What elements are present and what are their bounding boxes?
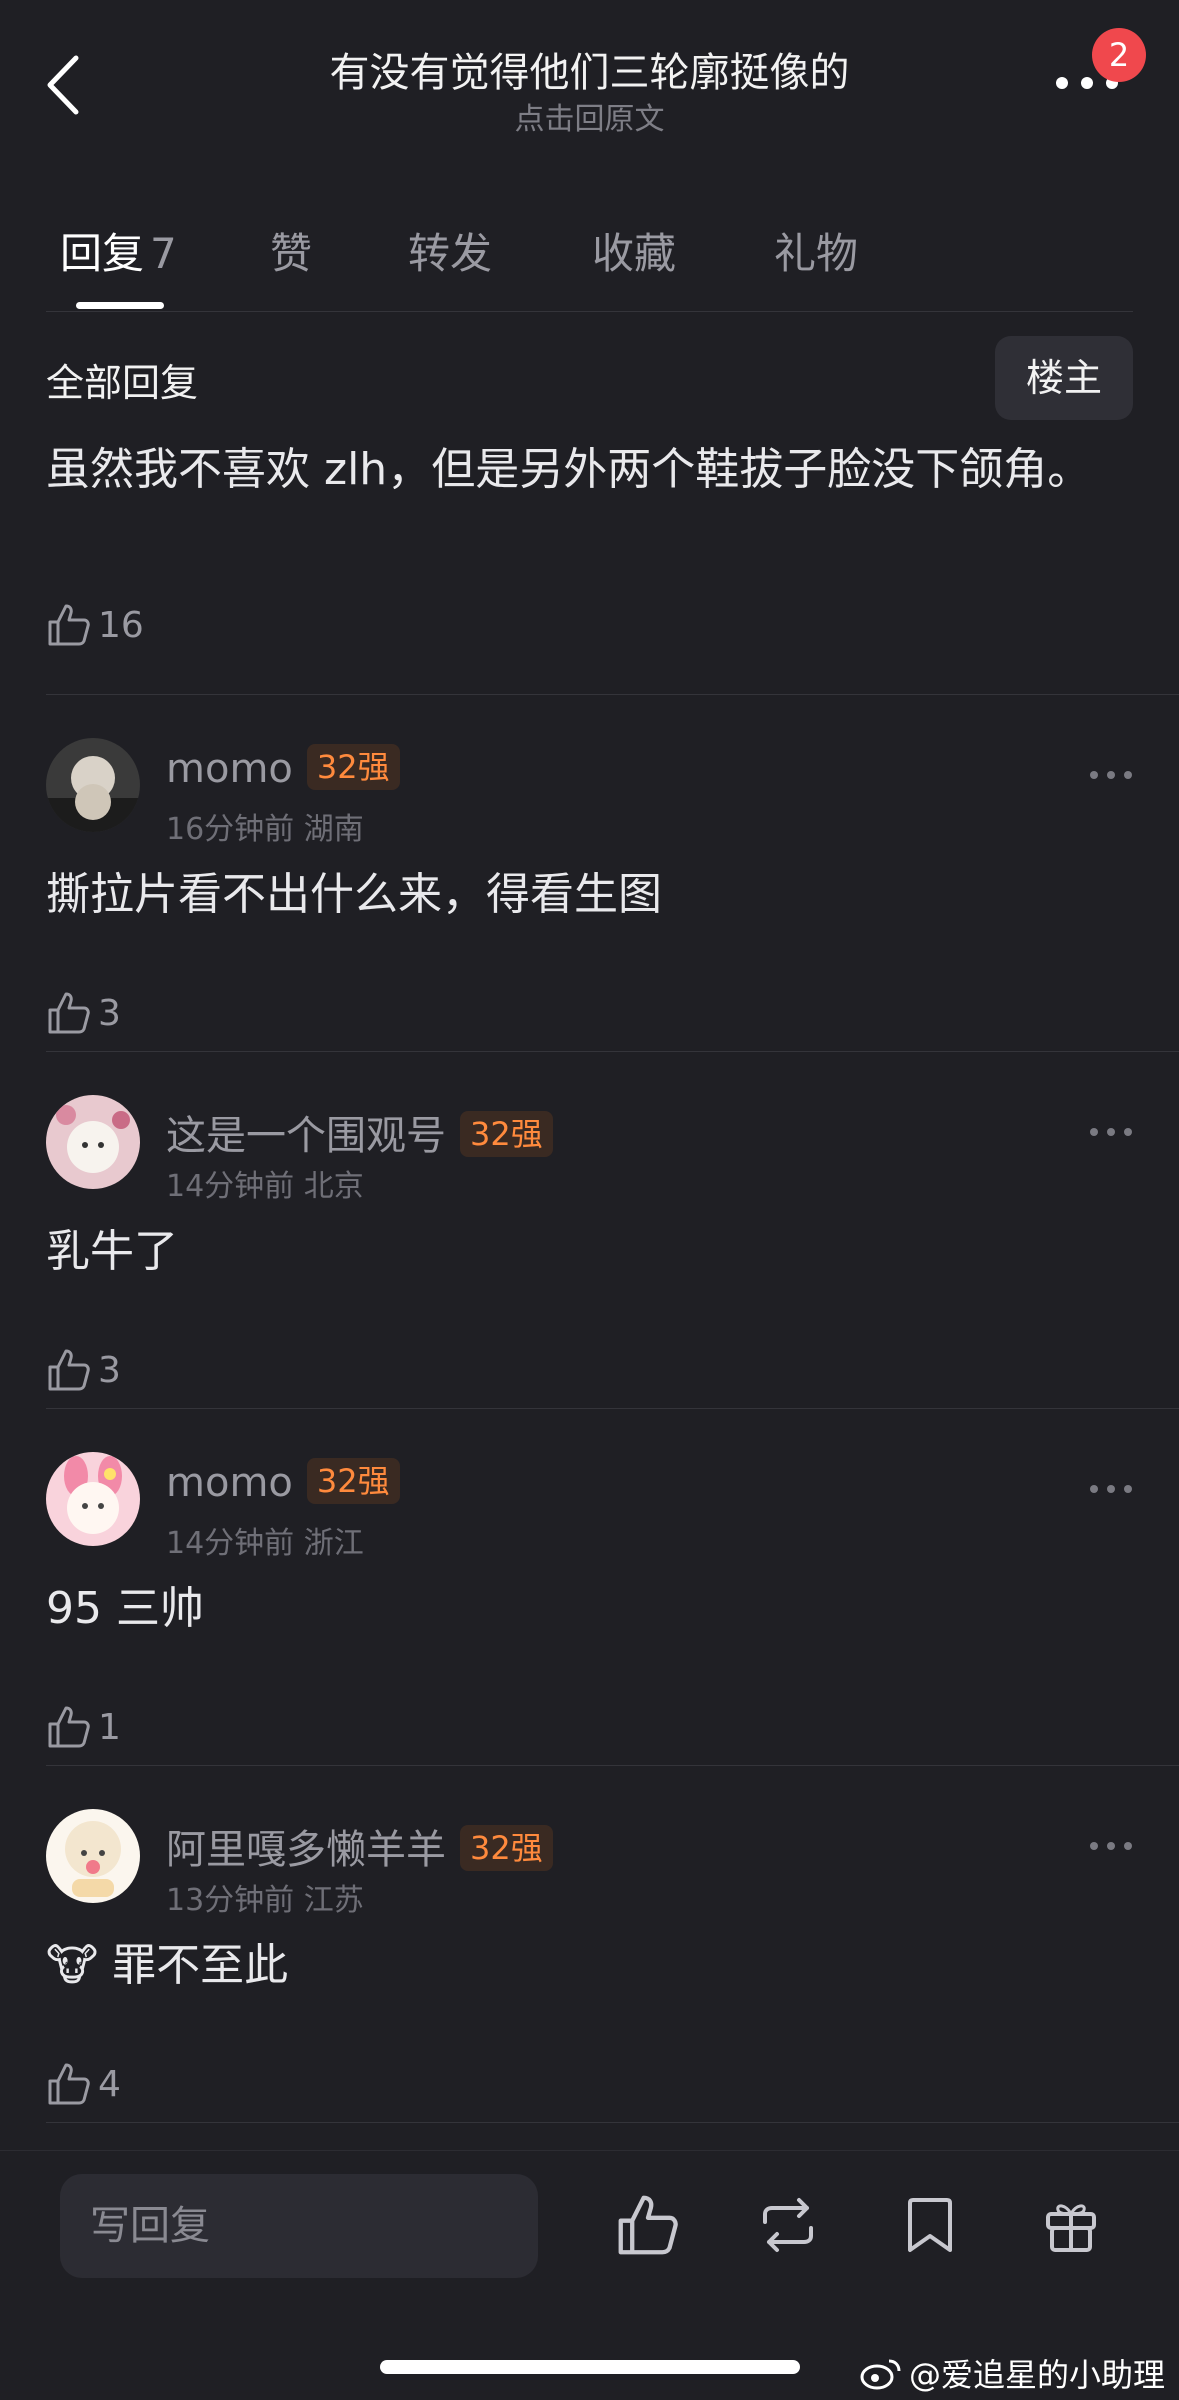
comment-author[interactable]: 这是一个围观号 32强 bbox=[166, 1103, 553, 1161]
more-options-icon[interactable] bbox=[1088, 768, 1134, 782]
like-count: 4 bbox=[98, 2063, 121, 2105]
thumbs-up-icon bbox=[48, 604, 90, 646]
author-name: momo bbox=[166, 1460, 293, 1506]
comment-text: 乳牛了 bbox=[46, 1226, 178, 1277]
back-to-original-link[interactable]: 点击回原文 bbox=[0, 94, 1179, 138]
divider bbox=[46, 694, 1179, 695]
weibo-logo-icon bbox=[860, 2359, 901, 2390]
op-only-button[interactable]: 楼主 bbox=[995, 336, 1133, 420]
comment-text: 撕拉片看不出什么来，得看生图 bbox=[46, 869, 662, 920]
divider bbox=[46, 1051, 1179, 1052]
more-options-icon[interactable] bbox=[1088, 1125, 1134, 1139]
like-button[interactable]: 3 bbox=[46, 988, 121, 1038]
like-button[interactable]: 3 bbox=[46, 1345, 121, 1395]
level-badge: 32强 bbox=[460, 1111, 553, 1157]
more-options-icon[interactable] bbox=[1088, 1839, 1134, 1853]
comment-meta: 16分钟前 湖南 bbox=[166, 804, 364, 848]
tab-favorites[interactable]: 收藏 bbox=[592, 220, 676, 281]
level-badge: 32强 bbox=[460, 1825, 553, 1871]
comment-author[interactable]: momo 32强 bbox=[166, 1458, 400, 1508]
comment-time: 14分钟前 bbox=[166, 1526, 295, 1561]
comment-location: 江苏 bbox=[303, 1883, 364, 1918]
comment-text: 🐮 罪不至此 bbox=[46, 1940, 289, 1991]
repost-icon[interactable] bbox=[755, 2192, 821, 2258]
comment-location: 浙江 bbox=[303, 1526, 364, 1561]
avatar[interactable] bbox=[46, 1809, 140, 1903]
more-options-icon[interactable] bbox=[1088, 1482, 1134, 1496]
divider bbox=[0, 2150, 1179, 2151]
watermark: @爱追星的小助理 bbox=[859, 2350, 1165, 2396]
like-button[interactable]: 4 bbox=[46, 2059, 121, 2109]
comment-time: 14分钟前 bbox=[166, 1169, 295, 1204]
divider bbox=[46, 311, 1133, 312]
comment-item: 阿里嘎多懒羊羊 32强 13分钟前 江苏 🐮 罪不至此 4 bbox=[0, 1769, 1179, 2125]
author-name: momo bbox=[166, 746, 293, 792]
thumbs-up-icon bbox=[48, 1706, 90, 1748]
comment-time: 13分钟前 bbox=[166, 1883, 295, 1918]
comment-time: 16分钟前 bbox=[166, 812, 295, 847]
like-button[interactable]: 16 bbox=[46, 600, 144, 650]
comment-item: momo 32强 14分钟前 浙江 95 三帅 1 bbox=[0, 1412, 1179, 1768]
tab-likes[interactable]: 赞 bbox=[270, 220, 312, 281]
tab-bar: 回复 7 赞 转发 收藏 礼物 bbox=[0, 200, 1179, 310]
thumbs-up-icon bbox=[48, 2063, 90, 2105]
like-count: 16 bbox=[98, 604, 144, 646]
active-tab-indicator bbox=[76, 302, 164, 309]
tab-replies-count: 7 bbox=[150, 229, 177, 278]
notification-badge: 2 bbox=[1092, 28, 1146, 82]
reply-input[interactable]: 写回复 bbox=[60, 2174, 538, 2278]
watermark-text: @爱追星的小助理 bbox=[908, 2356, 1165, 2394]
avatar[interactable] bbox=[46, 1095, 140, 1189]
original-comment-text: 虽然我不喜欢 zlh，但是另外两个鞋拔子脸没下颌角。 bbox=[46, 444, 1092, 495]
comment-meta: 13分钟前 江苏 bbox=[166, 1875, 364, 1919]
gift-icon[interactable] bbox=[1038, 2192, 1104, 2258]
comment-item: 这是一个围观号 32强 14分钟前 北京 乳牛了 3 bbox=[0, 1055, 1179, 1411]
comment-author[interactable]: momo 32强 bbox=[166, 744, 400, 794]
like-count: 3 bbox=[98, 1349, 121, 1391]
avatar[interactable] bbox=[46, 1452, 140, 1546]
tab-gifts[interactable]: 礼物 bbox=[774, 220, 858, 281]
comment-meta: 14分钟前 北京 bbox=[166, 1161, 364, 1205]
thumbs-up-icon[interactable] bbox=[615, 2192, 681, 2258]
comment-text: 95 三帅 bbox=[46, 1583, 204, 1634]
comment-location: 北京 bbox=[303, 1169, 364, 1204]
tab-replies-label: 回复 bbox=[60, 229, 145, 278]
avatar[interactable] bbox=[46, 738, 140, 832]
like-button[interactable]: 1 bbox=[46, 1702, 121, 1752]
tab-replies[interactable]: 回复 7 bbox=[60, 220, 177, 281]
divider bbox=[46, 2122, 1179, 2123]
thumbs-up-icon bbox=[48, 992, 90, 1034]
comment-meta: 14分钟前 浙江 bbox=[166, 1518, 364, 1562]
level-badge: 32强 bbox=[306, 744, 400, 790]
comment-author[interactable]: 阿里嘎多懒羊羊 32强 bbox=[166, 1817, 553, 1875]
home-indicator[interactable] bbox=[380, 2360, 800, 2374]
author-name: 阿里嘎多懒羊羊 bbox=[166, 1827, 446, 1873]
divider bbox=[46, 1765, 1179, 1766]
comment-item: momo 32强 16分钟前 湖南 撕拉片看不出什么来，得看生图 3 bbox=[0, 698, 1179, 1054]
post-title[interactable]: 有没有觉得他们三轮廓挺像的 bbox=[0, 40, 1179, 98]
bookmark-icon[interactable] bbox=[897, 2192, 963, 2258]
like-count: 3 bbox=[98, 992, 121, 1034]
divider bbox=[46, 1408, 1179, 1409]
tab-reposts[interactable]: 转发 bbox=[408, 220, 492, 281]
top-bar: 有没有觉得他们三轮廓挺像的 点击回原文 2 bbox=[0, 0, 1179, 150]
like-count: 1 bbox=[98, 1706, 121, 1748]
author-name: 这是一个围观号 bbox=[166, 1113, 446, 1159]
all-replies-heading: 全部回复 bbox=[46, 361, 199, 405]
level-badge: 32强 bbox=[306, 1458, 400, 1504]
thumbs-up-icon bbox=[48, 1349, 90, 1391]
comment-location: 湖南 bbox=[303, 812, 364, 847]
